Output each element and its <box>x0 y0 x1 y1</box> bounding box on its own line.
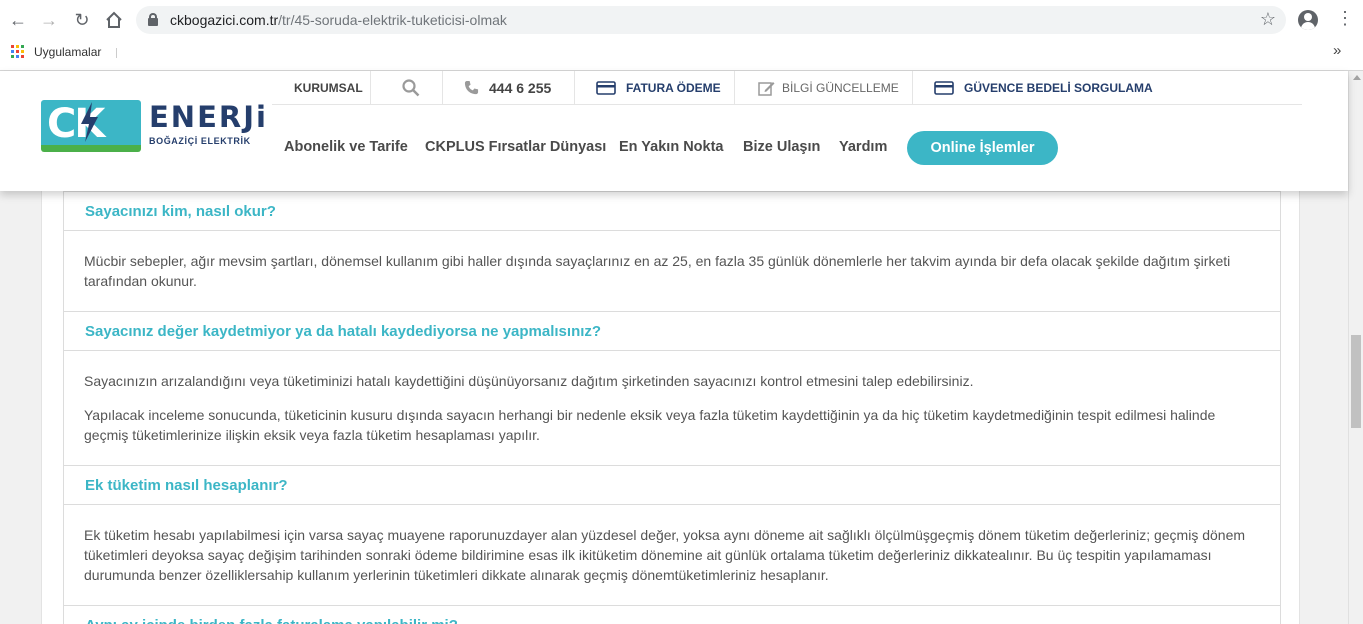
page-content: Sayacınızı kim, nasıl okur? Mücbir sebep… <box>41 150 1300 624</box>
phone-icon <box>464 71 479 105</box>
site-header: CK ENERJi BOĞAZİÇİ ELEKTRİK KURUMSAL 444… <box>0 71 1348 191</box>
bookmark-separator <box>116 48 117 58</box>
edit-icon <box>758 71 775 105</box>
online-islemler-button[interactable]: Online İşlemler <box>907 131 1058 165</box>
logo-enerji: ENERJi <box>149 100 268 134</box>
topnav-kurumsal[interactable]: KURUMSAL <box>294 71 363 105</box>
faq-question[interactable]: Ek tüketim nasıl hesaplanır? <box>63 465 1281 505</box>
credit-card-icon <box>934 71 954 105</box>
forward-icon[interactable]: → <box>37 8 61 32</box>
nav-bize-ulasin[interactable]: Bize Ulaşın <box>743 139 820 155</box>
apps-icon[interactable] <box>11 45 24 58</box>
star-icon[interactable]: ☆ <box>1260 9 1276 30</box>
invoice-card-icon <box>596 71 616 105</box>
profile-icon[interactable] <box>1298 10 1318 30</box>
faq-answer: Mücbir sebepler, ağır mevsim şartları, d… <box>63 231 1281 311</box>
nav-yardim[interactable]: Yardım <box>839 139 887 155</box>
site-logo[interactable]: CK ENERJi BOĞAZİÇİ ELEKTRİK <box>41 100 266 154</box>
browser-toolbar: ← → ↻ ckbogazici.com.tr/tr/45-soruda-ele… <box>0 0 1363 71</box>
address-bar[interactable]: ckbogazici.com.tr/tr/45-soruda-elektrik-… <box>136 6 1286 34</box>
reload-icon[interactable]: ↻ <box>70 8 94 32</box>
topnav-fatura[interactable]: FATURA ÖDEME <box>626 71 721 105</box>
logo-subtitle: BOĞAZİÇİ ELEKTRİK <box>149 136 251 146</box>
scroll-up-arrow-icon[interactable] <box>1353 75 1361 80</box>
logo-ck-block: CK <box>41 100 141 152</box>
topnav-bilgi[interactable]: BİLGİ GÜNCELLEME <box>782 71 899 105</box>
nav-en-yakin-nokta[interactable]: En Yakın Nokta <box>619 139 724 155</box>
top-nav: KURUMSAL 444 6 255 FATURA ÖDEME BİLGİ GÜ… <box>272 71 1302 105</box>
menu-icon[interactable]: ⋮ <box>1336 8 1354 29</box>
bookmarks-bar: Uygulamalar » <box>0 40 1363 64</box>
topnav-phone[interactable]: 444 6 255 <box>489 71 551 105</box>
faq-question[interactable]: Sayacınızı kim, nasıl okur? <box>63 191 1281 231</box>
search-icon[interactable] <box>402 71 420 105</box>
scrollbar-track[interactable] <box>1348 71 1363 624</box>
chevron-double-right-icon[interactable]: » <box>1333 42 1341 59</box>
home-icon[interactable] <box>102 8 126 32</box>
nav-ckplus[interactable]: CKPLUS Fırsatlar Dünyası <box>425 139 606 155</box>
scrollbar-thumb[interactable] <box>1351 335 1361 428</box>
faq-answer: Ek tüketim hesabı yapılabilmesi için var… <box>63 505 1281 605</box>
faq-accordion: Sayacınızı kim, nasıl okur? Mücbir sebep… <box>63 150 1281 624</box>
faq-answer: Sayacınızın arızalandığını veya tüketimi… <box>63 351 1281 465</box>
back-icon[interactable]: ← <box>6 8 30 32</box>
bolt-icon <box>81 102 98 142</box>
lock-icon <box>148 13 158 26</box>
topnav-guvence[interactable]: GÜVENCE BEDELİ SORGULAMA <box>964 71 1153 105</box>
bookmark-apps[interactable]: Uygulamalar <box>34 45 101 59</box>
nav-abonelik[interactable]: Abonelik ve Tarife <box>284 139 408 155</box>
faq-question[interactable]: Sayacınız değer kaydetmiyor ya da hatalı… <box>63 311 1281 351</box>
faq-question[interactable]: Aynı ay içinde birden fazla faturalama y… <box>63 605 1281 624</box>
url-text: ckbogazici.com.tr/tr/45-soruda-elektrik-… <box>170 12 507 28</box>
